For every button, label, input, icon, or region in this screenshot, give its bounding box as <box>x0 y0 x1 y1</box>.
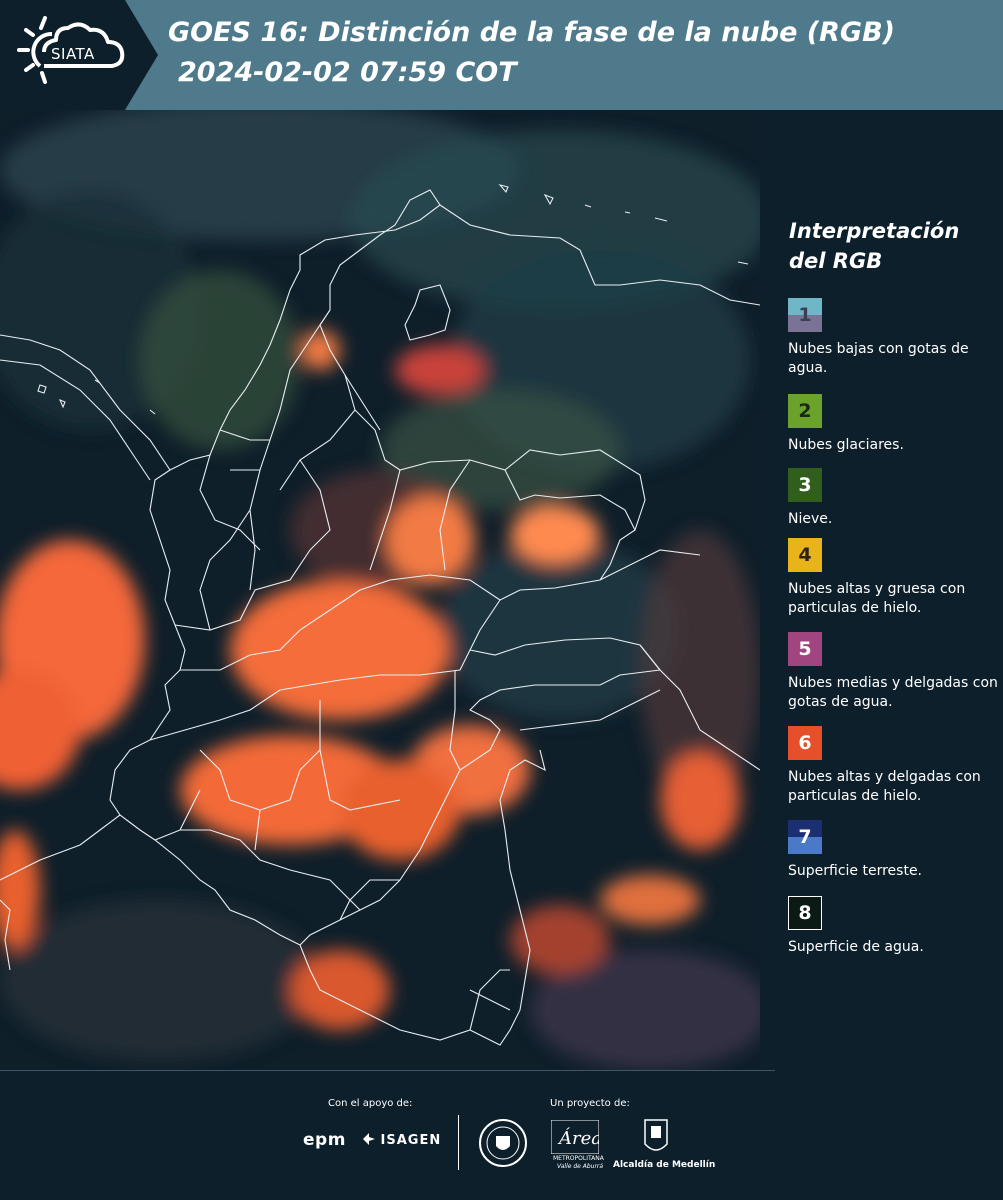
footer-separator <box>458 1115 459 1170</box>
siata-logo: SIATA <box>0 0 158 110</box>
legend-label-1: Nubes bajas con gotas de agua. <box>788 341 969 376</box>
legend-item-2: 2 Nubes glaciares. <box>788 394 1000 455</box>
legend-label-2: Nubes glaciares. <box>788 437 904 453</box>
legend-swatch-4: 4 <box>788 538 822 572</box>
isagen-logo: ISAGEN <box>363 1133 441 1148</box>
legend-title: Interpretación del RGB <box>789 219 960 273</box>
support-label: Con el apoyo de: <box>328 1098 413 1109</box>
page-title: GOES 16: Distinción de la fase de la nub… <box>168 17 895 48</box>
area-subtitle-2: Valle de Aburrá <box>557 1163 604 1170</box>
legend-item-6: 6 Nubes altas y delgadas con particulas … <box>788 726 1000 806</box>
legend-swatch-6: 6 <box>788 726 822 760</box>
footer: Con el apoyo de: Un proyecto de: epm ISA… <box>0 1070 1003 1200</box>
project-label: Un proyecto de: <box>550 1098 630 1109</box>
isagen-mark-icon <box>363 1133 375 1145</box>
legend-swatch-2: 2 <box>788 394 822 428</box>
legend-label-3: Nieve. <box>788 511 833 527</box>
legend-item-1: 1 Nubes bajas con gotas de agua. <box>788 298 1000 378</box>
area-metropolitana-logo: Área <box>551 1120 599 1154</box>
header-bar: SIATA GOES 16: Distinción de la fase de … <box>0 0 1003 110</box>
alcaldia-shield-icon <box>644 1119 668 1151</box>
legend-swatch-8: 8 <box>788 896 822 930</box>
alcaldia-label: Alcaldía de Medellín <box>613 1160 716 1170</box>
page-timestamp: 2024-02-02 07:59 COT <box>178 57 517 88</box>
legend-swatch-1: 1 <box>788 298 822 332</box>
legend-swatch-3: 3 <box>788 468 822 502</box>
legend-label-8: Superficie de agua. <box>788 939 924 955</box>
epm-logo: epm <box>303 1130 346 1150</box>
legend-label-4: Nubes altas y gruesa con particulas de h… <box>788 581 966 616</box>
area-subtitle-1: METROPOLITANA <box>553 1155 604 1162</box>
siata-logo-text: SIATA <box>51 45 95 63</box>
area-logo-text: Área <box>557 1126 599 1149</box>
legend-panel: Interpretación del RGB 1 Nubes bajas con… <box>760 110 1003 1070</box>
legend-item-8: 8 Superficie de agua. <box>788 896 1000 957</box>
legend-label-5: Nubes medias y delgadas con gotas de agu… <box>788 675 998 710</box>
legend-item-4: 4 Nubes altas y gruesa con particulas de… <box>788 538 1000 618</box>
footer-divider-line <box>0 1070 775 1071</box>
legend-label-6: Nubes altas y delgadas con particulas de… <box>788 769 981 804</box>
legend-item-7: 7 Superficie terreste. <box>788 820 1000 881</box>
legend-swatch-5: 5 <box>788 632 822 666</box>
satellite-map <box>0 110 760 1070</box>
legend-item-3: 3 Nieve. <box>788 468 1000 529</box>
legend-swatch-7: 7 <box>788 820 822 854</box>
legend-item-5: 5 Nubes medias y delgadas con gotas de a… <box>788 632 1000 712</box>
legend-label-7: Superficie terreste. <box>788 863 923 879</box>
medellin-seal-icon <box>479 1119 527 1167</box>
